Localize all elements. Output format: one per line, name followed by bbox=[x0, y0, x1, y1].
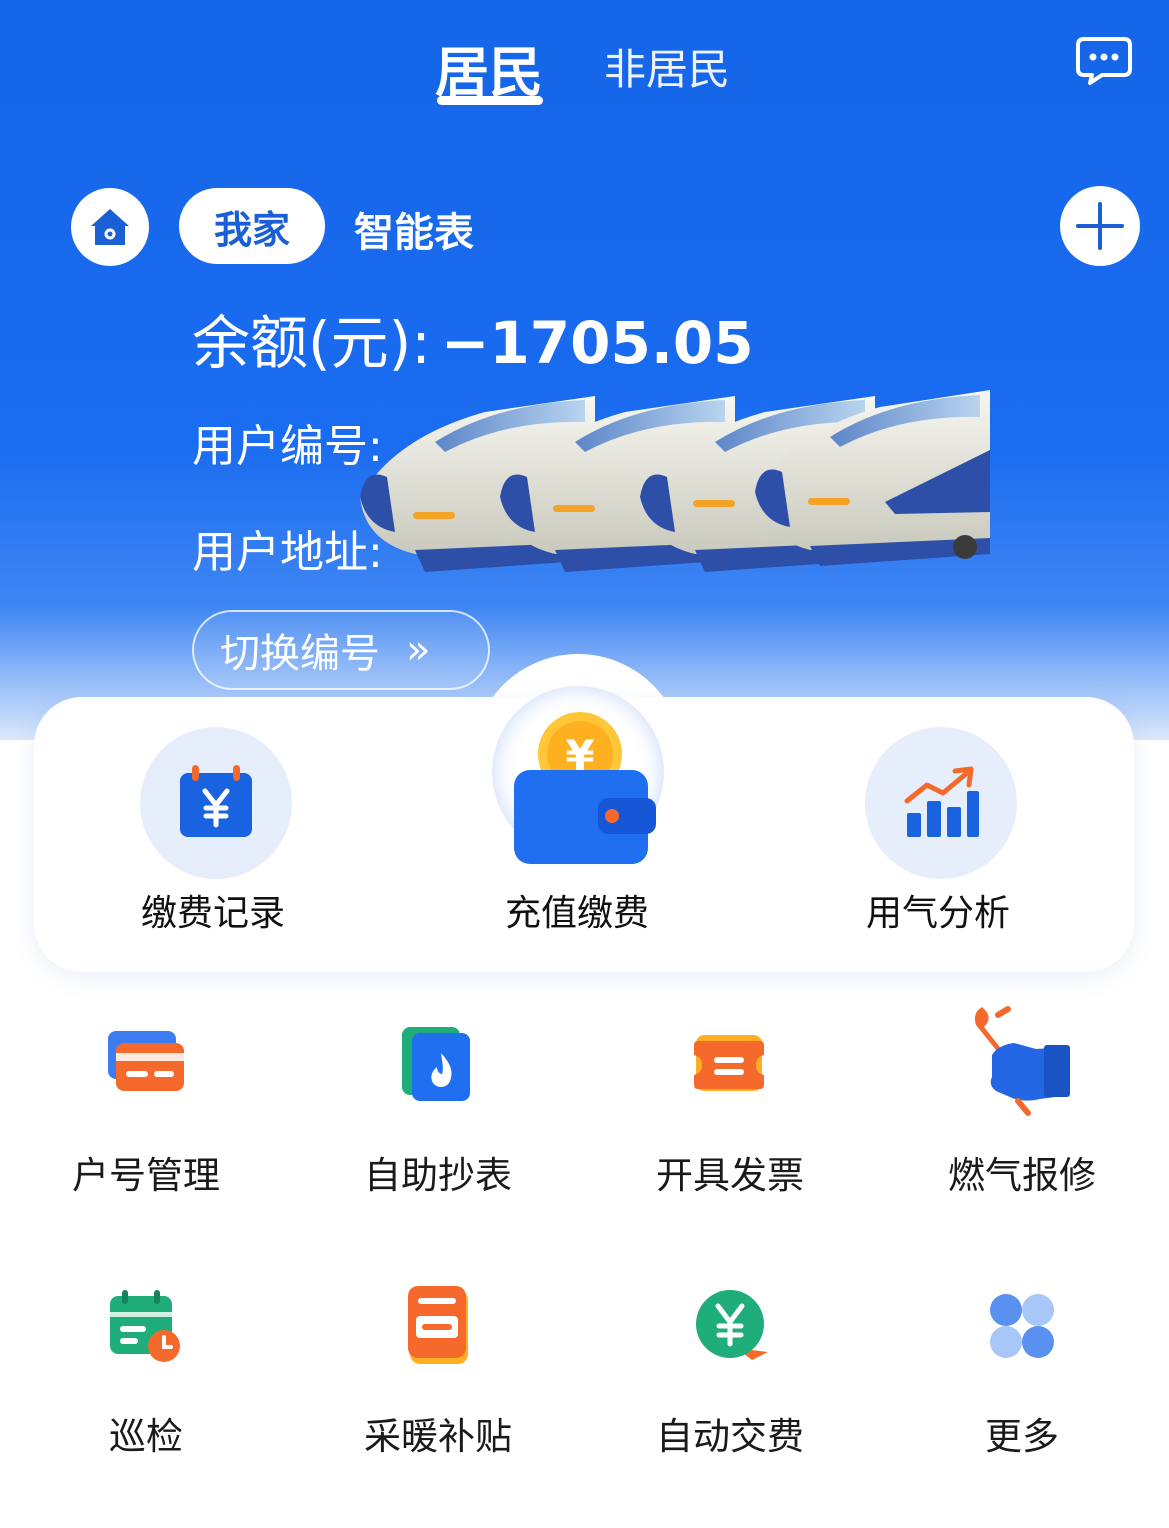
grid-item-inspection[interactable]: 巡检 bbox=[0, 1266, 292, 1526]
calendar-clock-icon bbox=[110, 1290, 180, 1362]
balance-value: −1705.05 bbox=[440, 309, 754, 377]
pill-smart-meter[interactable]: 智能表 bbox=[354, 200, 474, 258]
pill-my-home[interactable]: 我家 bbox=[179, 188, 325, 264]
payment-records-label: 缴费记录 bbox=[141, 893, 286, 934]
bullet-train-stickers bbox=[360, 390, 990, 572]
grid-label: 采暖补贴 bbox=[364, 1415, 512, 1458]
tab-non-resident[interactable]: 非居民 bbox=[604, 36, 730, 97]
calendar-yuan-icon bbox=[180, 765, 252, 837]
header-banner: 居民 非居民 我家 智能表 余额(元): −1705.05 用户编号: 用户地址… bbox=[0, 0, 1169, 740]
tab-bar: 居民 非居民 bbox=[0, 18, 1169, 118]
message-icon[interactable] bbox=[1076, 36, 1132, 86]
bar-chart-trend-icon bbox=[904, 766, 979, 837]
grid-item-issue-invoice[interactable]: 开具发票 bbox=[584, 1005, 876, 1265]
flame-book-icon bbox=[402, 1027, 470, 1101]
wrench-hand-icon bbox=[974, 1006, 1070, 1116]
document-icon bbox=[408, 1286, 468, 1364]
invoice-ticket-icon bbox=[694, 1035, 764, 1091]
grid-item-more[interactable]: 更多 bbox=[876, 1266, 1168, 1526]
app-screen: 居民 非居民 我家 智能表 余额(元): −1705.05 用户编号: 用户地址… bbox=[0, 0, 1169, 1528]
wallet-coin-icon: ¥ bbox=[514, 712, 656, 864]
grid-item-self-meter-reading[interactable]: 自助抄表 bbox=[292, 1005, 584, 1265]
grid-item-gas-repair[interactable]: 燃气报修 bbox=[876, 1005, 1168, 1265]
recharge-pay-label: 充值缴费 bbox=[505, 893, 650, 934]
switch-account-label: 切换编号 bbox=[220, 631, 380, 677]
home-button[interactable] bbox=[71, 188, 149, 266]
grid-label: 自助抄表 bbox=[364, 1154, 512, 1197]
grid-item-auto-pay[interactable]: 自动交费 bbox=[584, 1266, 876, 1526]
house-icon bbox=[91, 209, 129, 245]
grid-label: 巡检 bbox=[109, 1415, 183, 1458]
grid-item-heating-subsidy[interactable]: 采暖补贴 bbox=[292, 1266, 584, 1526]
payment-records-button[interactable] bbox=[140, 727, 292, 879]
recharge-pay-button[interactable]: ¥ bbox=[510, 712, 660, 868]
plus-icon bbox=[1076, 202, 1124, 250]
grid-label: 燃气报修 bbox=[948, 1154, 1096, 1197]
double-chevron-icon: » bbox=[406, 627, 431, 673]
four-dots-icon bbox=[990, 1294, 1054, 1358]
grid-label: 户号管理 bbox=[72, 1154, 220, 1197]
add-button[interactable] bbox=[1060, 186, 1140, 266]
grid-label: 开具发票 bbox=[656, 1154, 804, 1197]
card-icon bbox=[108, 1031, 184, 1091]
switch-account-button[interactable]: 切换编号 » bbox=[192, 610, 490, 690]
tab-underline bbox=[437, 96, 543, 105]
yuan-chat-icon bbox=[696, 1290, 768, 1360]
balance-line: 余额(元): −1705.05 bbox=[192, 296, 754, 380]
grid-label: 更多 bbox=[985, 1415, 1059, 1458]
grid-label: 自动交费 bbox=[656, 1415, 804, 1458]
gas-analysis-label: 用气分析 bbox=[866, 893, 1011, 934]
balance-label: 余额(元): bbox=[192, 309, 431, 377]
grid-item-account-management[interactable]: 户号管理 bbox=[0, 1005, 292, 1265]
gas-analysis-button[interactable] bbox=[865, 727, 1017, 879]
